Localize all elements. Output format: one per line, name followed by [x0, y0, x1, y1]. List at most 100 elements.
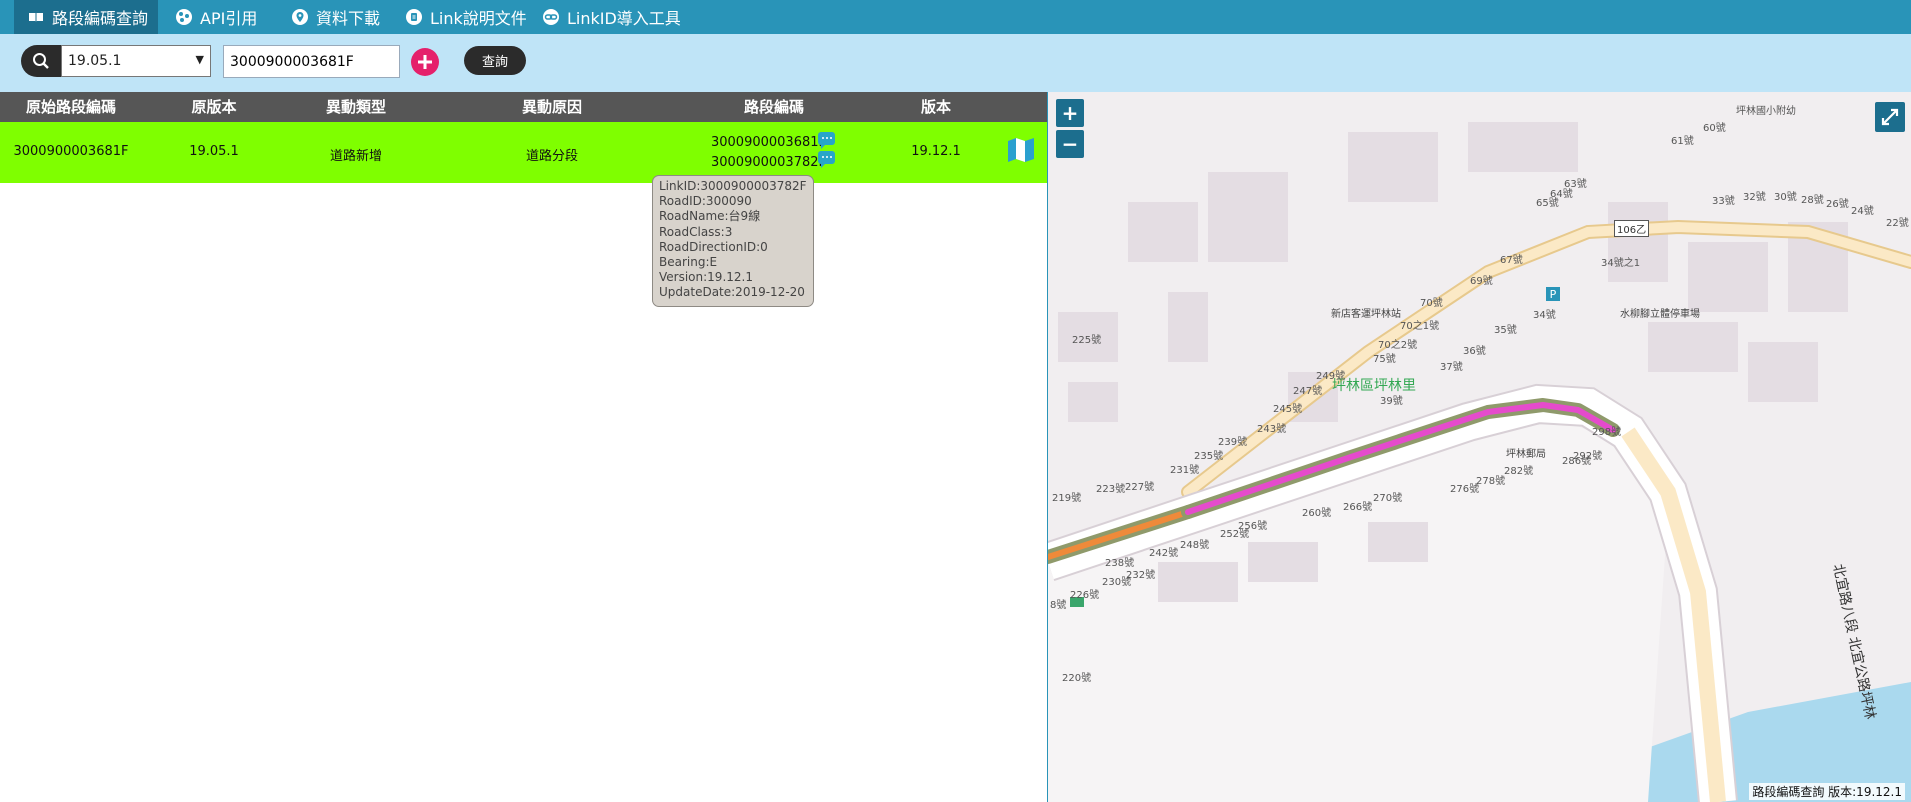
tab-link-docs[interactable]: Link說明文件 [406, 0, 527, 34]
map-house-number: 35號 [1494, 325, 1517, 336]
parking-icon: P [1550, 288, 1557, 301]
map-house-number: 69號 [1470, 276, 1493, 287]
network-icon [176, 9, 192, 25]
tooltip-line: RoadID:300090 [659, 194, 752, 209]
map-house-number: 252號 [1220, 529, 1250, 540]
cell-version: 19.12.1 [911, 144, 961, 159]
col-original-link: 原始路段編碼 [25, 98, 116, 116]
map-house-number: 230號 [1102, 577, 1132, 588]
map-house-number: 22號 [1886, 218, 1909, 229]
map-house-number: 70之1號 [1400, 321, 1440, 332]
fullscreen-button[interactable] [1875, 102, 1905, 132]
cell-link-code-2[interactable]: 3000900003782F [700, 155, 826, 170]
map-house-number: 70之2號 [1378, 340, 1418, 351]
caret-down-icon: ▼ [195, 53, 204, 66]
map-house-number: 235號 [1194, 451, 1224, 462]
zoom-in-button[interactable]: + [1056, 99, 1084, 127]
map-label-school: 坪林國小附幼 [1736, 106, 1796, 117]
search-icon [33, 53, 49, 69]
col-change-reason: 異動原因 [521, 98, 582, 116]
tooltip-line: Bearing:E [659, 255, 718, 270]
map-house-number: 61號 [1671, 136, 1694, 147]
tooltip-line: Version:19.12.1 [659, 270, 753, 285]
map-label-station: 新店客運坪林站 [1331, 309, 1401, 320]
map-house-number: 226號 [1070, 590, 1100, 601]
map-footer-version: 路段編碼查詢 版本:19.12.1 [1749, 783, 1905, 800]
tab-label: Link說明文件 [430, 9, 527, 28]
map-house-number: 34號之1 [1601, 258, 1641, 269]
tab-linkid-import[interactable]: LinkID導入工具 [543, 0, 681, 34]
chat-bubble-icon[interactable] [818, 151, 835, 168]
map-house-number: 239號 [1218, 437, 1248, 448]
zoom-out-button[interactable]: − [1056, 130, 1084, 158]
map-house-number: 26號 [1826, 199, 1849, 210]
document-icon [406, 9, 422, 25]
map-house-number: 249號 [1316, 371, 1346, 382]
map-label-parking: 水柳腳立體停車場 [1620, 309, 1700, 320]
link-info-tooltip: LinkID:3000900003782F RoadID:300090 Road… [652, 175, 814, 307]
map-house-number: 219號 [1052, 493, 1082, 504]
col-change-type: 異動類型 [325, 98, 386, 116]
book-icon [29, 13, 43, 22]
cell-original-link: 3000900003681F [13, 144, 129, 159]
map-house-number: 248號 [1180, 540, 1210, 551]
map-icon[interactable] [1007, 138, 1035, 162]
tab-link-query[interactable]: 路段編碼查詢 [14, 0, 159, 34]
version-select[interactable]: 19.05.1 ▼ [61, 45, 211, 77]
map-house-number: 276號 [1450, 484, 1480, 495]
link-icon [543, 9, 559, 25]
map-house-number: 242號 [1149, 548, 1179, 559]
map-house-number: 243號 [1257, 424, 1287, 435]
tooltip-line: UpdateDate:2019-12-20 [659, 285, 805, 300]
map-house-number: 231號 [1170, 465, 1200, 476]
map-house-number: 225號 [1072, 335, 1102, 346]
map-house-number: 278號 [1476, 476, 1506, 487]
tab-label: 資料下載 [316, 9, 381, 28]
map-house-number: 32號 [1743, 192, 1766, 203]
link-id-input[interactable] [223, 45, 400, 78]
map-house-number: 36號 [1463, 346, 1486, 357]
map-house-number: 270號 [1373, 493, 1403, 504]
tab-label: API引用 [200, 9, 258, 28]
map-house-number: 260號 [1302, 508, 1332, 519]
cell-change-reason: 道路分段 [525, 149, 578, 164]
expand-icon [1881, 108, 1899, 126]
add-button[interactable] [411, 48, 439, 76]
tooltip-line: RoadDirectionID:0 [659, 239, 768, 254]
tab-api[interactable]: API引用 [176, 0, 257, 34]
tooltip-line: RoadClass:3 [659, 224, 733, 239]
tab-label: LinkID導入工具 [567, 9, 681, 28]
cell-original-version: 19.05.1 [189, 144, 239, 159]
table-row[interactable]: 3000900003681F 19.05.1 道路新增 道路分段 3000900… [0, 122, 1047, 183]
map-house-number: 282號 [1504, 466, 1534, 477]
map-house-number: 245號 [1273, 404, 1303, 415]
map-house-number: 70號 [1420, 298, 1443, 309]
map-house-number: 28號 [1801, 195, 1824, 206]
map-house-number: 8號 [1050, 600, 1067, 611]
map-house-number: 247號 [1293, 386, 1323, 397]
map-house-number: 39號 [1380, 396, 1403, 407]
map-house-number: 30號 [1774, 192, 1797, 203]
map-house-number: 37號 [1440, 362, 1463, 373]
tab-label: 路段編碼查詢 [52, 9, 149, 28]
tooltip-line: RoadName:台9線 [659, 209, 761, 224]
map-house-number: 227號 [1125, 482, 1155, 493]
map-view[interactable]: P + − 坪林國小附幼 新店客運坪林站 水柳腳立體停車場 坪林區坪林里 坪林郵… [1048, 92, 1911, 802]
chat-bubble-icon[interactable] [818, 132, 835, 149]
search-button[interactable] [21, 45, 61, 77]
map-house-number: 266號 [1343, 502, 1373, 513]
plus-icon [418, 55, 432, 69]
map-house-number: 65號 [1536, 198, 1559, 209]
map-house-number: 223號 [1096, 484, 1126, 495]
col-original-version: 原版本 [191, 98, 237, 116]
map-house-number: 33號 [1712, 196, 1735, 207]
map-house-number: 298號 [1592, 427, 1622, 438]
version-select-value: 19.05.1 [68, 53, 122, 69]
tooltip-line: LinkID:3000900003782F [659, 179, 807, 193]
cell-link-code-1[interactable]: 3000900003681F [700, 135, 826, 150]
map-house-number: 24號 [1851, 206, 1874, 217]
tab-download[interactable]: 資料下載 [292, 0, 380, 34]
map-label-route: 106乙 [1614, 220, 1650, 237]
query-button[interactable]: 查詢 [464, 46, 526, 75]
map-house-number: 292號 [1573, 451, 1603, 462]
